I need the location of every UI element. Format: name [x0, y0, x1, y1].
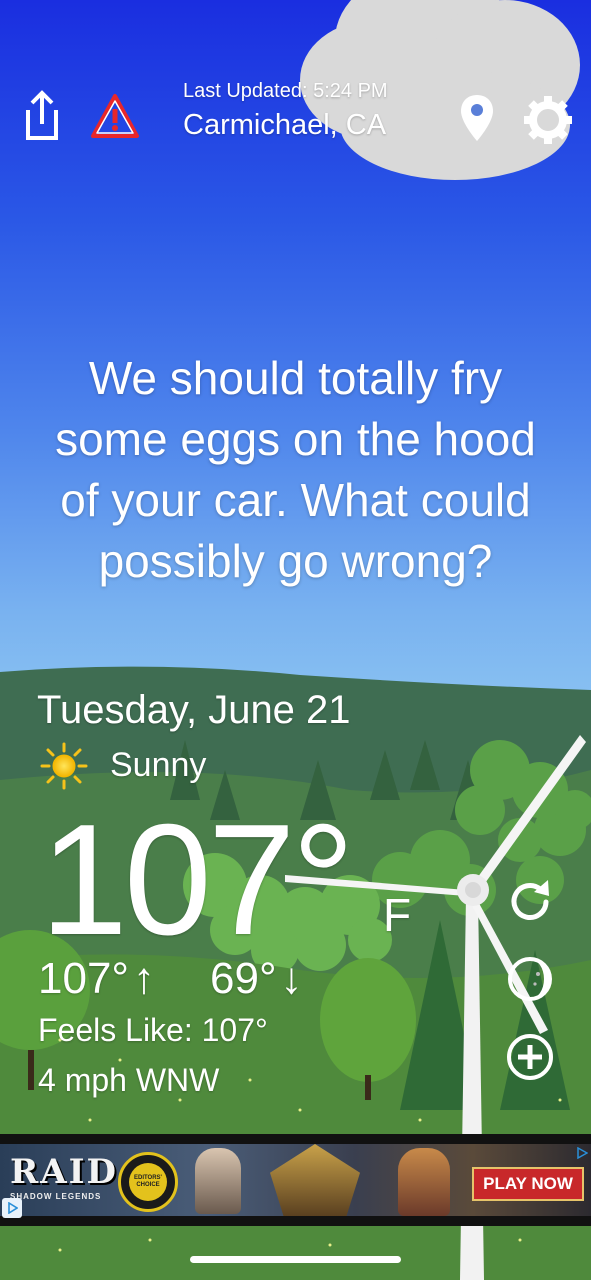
ad-character-1 — [195, 1148, 241, 1214]
low-arrow-icon: ↓ — [280, 954, 303, 1003]
moon-phase-button[interactable] — [503, 952, 557, 1006]
refresh-icon — [511, 880, 549, 920]
low-temp-value: 69° — [210, 954, 277, 1003]
ad-badge-text: EDITORS' CHOICE — [134, 1175, 162, 1188]
forecast-date: Tuesday, June 21 — [37, 688, 351, 732]
weather-alert-button[interactable] — [88, 92, 142, 140]
moon-phase-icon — [508, 957, 552, 1001]
location-name[interactable]: Carmichael, CA — [183, 109, 386, 142]
ad-character-2 — [270, 1144, 360, 1216]
current-temperature: 107° — [40, 792, 355, 968]
sun-icon — [40, 742, 88, 790]
temperature-unit: F — [383, 889, 412, 941]
high-arrow-icon: ↑ — [133, 954, 156, 1003]
warning-icon — [91, 94, 139, 138]
ad-play-now-button[interactable]: PLAY NOW — [472, 1167, 584, 1201]
location-pin-icon — [461, 95, 493, 141]
gear-icon — [524, 96, 572, 144]
weather-quote: We should totally fry some eggs on the h… — [55, 352, 536, 587]
ad-banner[interactable]: RAID SHADOW LEGENDS EDITORS' CHOICE PLAY… — [0, 1134, 591, 1226]
ad-badge: EDITORS' CHOICE — [118, 1152, 178, 1212]
settings-button[interactable] — [520, 92, 576, 148]
ad-character-3 — [398, 1148, 450, 1216]
add-location-button[interactable] — [503, 1030, 557, 1084]
condition-label: Sunny — [110, 746, 207, 784]
location-button[interactable] — [456, 92, 498, 144]
ad-brand-sub: SHADOW LEGENDS — [10, 1192, 102, 1201]
share-button[interactable] — [20, 88, 64, 144]
add-icon — [507, 1034, 553, 1080]
high-temp-value: 107° — [38, 954, 130, 1003]
feels-like-label: Feels Like: 107° — [38, 1012, 268, 1048]
ad-brand: RAID — [10, 1152, 119, 1192]
last-updated-label: Last Updated: 5:24 PM — [183, 80, 388, 102]
high-temperature: 107°↑ — [38, 954, 155, 1004]
ad-choices-icon[interactable] — [2, 1198, 22, 1218]
ad-info-icon[interactable] — [576, 1146, 589, 1160]
refresh-button[interactable] — [502, 876, 558, 928]
low-temperature: 69°↓ — [210, 954, 303, 1004]
share-icon — [26, 90, 58, 140]
condition-icon-wrap — [40, 742, 88, 790]
ad-creative[interactable]: RAID SHADOW LEGENDS EDITORS' CHOICE PLAY… — [0, 1144, 591, 1216]
home-indicator[interactable] — [190, 1256, 401, 1263]
ad-cta-label: PLAY NOW — [483, 1174, 573, 1193]
wind-label: 4 mph WNW — [38, 1062, 220, 1098]
